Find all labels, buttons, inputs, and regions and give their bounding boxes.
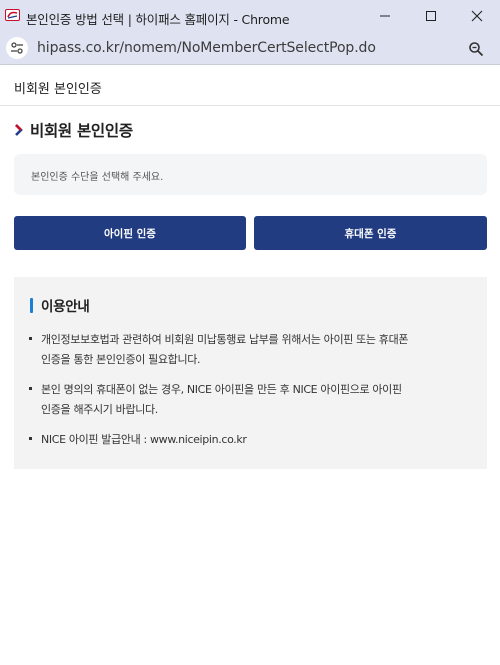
notice-item-text: NICE 아이핀 발급안내 : www.niceipin.co.kr	[41, 433, 247, 446]
notice-item-text: 개인정보보호법과 관련하여 비회원 미납통행료 납부를 위해서는 아이핀 또는 …	[41, 333, 409, 346]
section-title: 비회원 본인인증	[14, 120, 133, 140]
chevron-right-icon	[15, 124, 23, 136]
instruction-text: 본인인증 수단을 선택해 주세요.	[31, 172, 164, 183]
minimize-button[interactable]	[362, 0, 408, 32]
page-header: 비회원 본인인증	[0, 66, 500, 106]
minimize-icon	[380, 15, 390, 17]
notice-heading-bar	[30, 297, 33, 313]
bullet-icon	[29, 387, 32, 390]
notice-heading-text: 이용안내	[41, 299, 90, 315]
notice-heading: 이용안내	[30, 296, 90, 315]
address-bar: hipass.co.kr/nomem/NoMemberCertSelectPop…	[0, 32, 500, 65]
section-title-text: 비회원 본인인증	[30, 122, 133, 140]
notice-item-text: 본인 명의의 휴대폰이 없는 경우, NICE 아이핀을 만든 후 NICE 아…	[41, 383, 402, 396]
page-header-title: 비회원 본인인증	[14, 82, 102, 97]
close-icon	[471, 10, 483, 22]
bullet-icon	[29, 337, 32, 340]
url-text[interactable]: hipass.co.kr/nomem/NoMemberCertSelectPop…	[37, 40, 376, 56]
window-title: 본인인증 방법 선택 | 하이패스 홈페이지 - Chrome	[26, 12, 290, 27]
close-button[interactable]	[454, 0, 500, 32]
list-item: 개인정보보호법과 관련하여 비회원 미납통행료 납부를 위해서는 아이핀 또는 …	[29, 330, 474, 370]
maximize-button[interactable]	[408, 0, 454, 32]
instruction-box: 본인인증 수단을 선택해 주세요.	[14, 154, 487, 195]
notice-box: 이용안내 개인정보보호법과 관련하여 비회원 미납통행료 납부를 위해서는 아이…	[14, 277, 487, 469]
list-item: NICE 아이핀 발급안내 : www.niceipin.co.kr	[29, 430, 474, 450]
ipin-auth-button[interactable]: 아이핀 인증	[14, 216, 246, 250]
zoom-button[interactable]	[464, 37, 488, 61]
tune-icon	[11, 42, 23, 54]
window-titlebar: 본인인증 방법 선택 | 하이패스 홈페이지 - Chrome	[0, 0, 500, 32]
hipass-favicon-icon	[5, 9, 20, 21]
maximize-icon	[426, 11, 436, 21]
site-info-button[interactable]	[6, 37, 28, 59]
notice-item-text: 인증을 해주시기 바랍니다.	[41, 403, 158, 416]
zoom-icon	[469, 42, 484, 57]
bullet-icon	[29, 437, 32, 440]
phone-auth-button[interactable]: 휴대폰 인증	[254, 216, 487, 250]
notice-item-text: 인증을 통한 본인인증이 필요합니다.	[41, 353, 201, 366]
list-item: 본인 명의의 휴대폰이 없는 경우, NICE 아이핀을 만든 후 NICE 아…	[29, 380, 474, 420]
